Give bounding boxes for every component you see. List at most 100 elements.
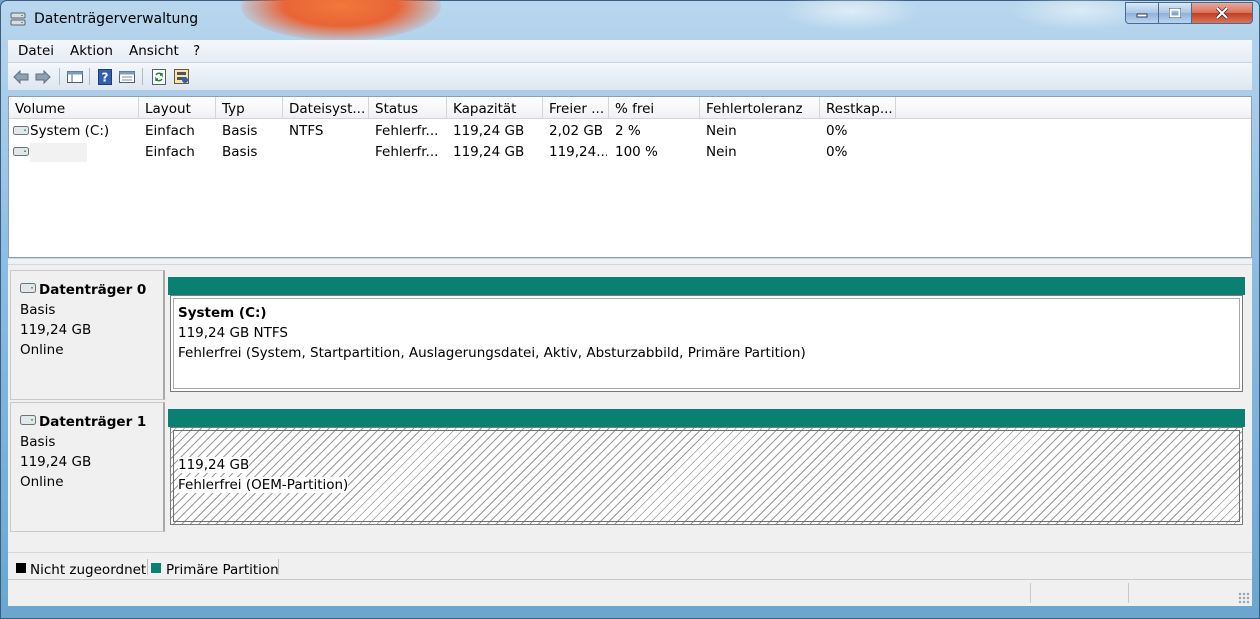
partition-status: Fehlerfrei (OEM-Partition) <box>178 477 349 493</box>
volume-capacity: 119,24 GB <box>453 144 525 160</box>
forward-button[interactable] <box>34 68 52 85</box>
legend-swatch-primary <box>151 563 161 573</box>
disk-0-info[interactable]: Datenträger 0 Basis 119,24 GB Online <box>10 270 165 400</box>
refresh-icon <box>152 68 166 85</box>
volume-status: Fehlerfr... <box>375 123 439 139</box>
volume-list[interactable]: Volume Layout Typ Dateisyst... Status Ka… <box>8 96 1252 258</box>
rescan-disks-icon <box>174 68 189 84</box>
disk-1-name: Datenträger 1 <box>39 414 147 430</box>
status-bar-separator <box>1030 583 1031 603</box>
help-icon: ? <box>98 68 112 85</box>
close-icon <box>1215 7 1229 19</box>
legend-bar: Nicht zugeordnet Primäre Partition <box>8 552 1252 579</box>
column-header-dateisystem[interactable]: Dateisyst... <box>283 97 369 119</box>
volume-overhead: 0% <box>826 123 848 139</box>
disk-graphical-view: Datenträger 0 Basis 119,24 GB Online Sys… <box>8 265 1252 552</box>
title-bar[interactable]: Datenträgerverwaltung <box>1 1 1259 37</box>
volume-free-space: 2,02 GB <box>549 123 604 139</box>
volume-percent-free: 2 % <box>615 123 641 139</box>
legend-separator <box>278 559 279 575</box>
help-button[interactable]: ? <box>96 68 114 85</box>
partition-title: System (C:) <box>178 305 267 321</box>
window-title: Datenträgerverwaltung <box>34 11 199 27</box>
volume-layout: Einfach <box>145 123 195 139</box>
disk-0-state: Online <box>20 342 64 358</box>
properties-button[interactable] <box>118 68 136 85</box>
disk-1-partition-bar <box>168 409 1245 427</box>
svg-text:?: ? <box>102 70 109 84</box>
column-header-fehlertoleranz[interactable]: Fehlertoleranz <box>700 97 820 119</box>
table-row[interactable]: System (C:) Einfach Basis NTFS Fehlerfr.… <box>9 121 1251 141</box>
status-bar-separator <box>1128 583 1129 603</box>
table-row[interactable]: Einfach Basis Fehlerfr... 119,24 GB 119,… <box>9 142 1251 162</box>
volume-overhead: 0% <box>826 144 848 160</box>
volume-free-space: 119,24... <box>549 144 607 160</box>
disk-drive-icon <box>20 415 36 425</box>
volume-type: Basis <box>222 144 258 160</box>
legend-swatch-unallocated <box>16 563 26 573</box>
volume-drive-icon <box>13 126 29 135</box>
partition-status: Fehlerfrei (System, Startpartition, Ausl… <box>178 345 806 361</box>
maximize-button[interactable] <box>1158 2 1192 24</box>
column-header-status[interactable]: Status <box>369 97 447 119</box>
menu-ansicht[interactable]: Ansicht <box>129 43 179 59</box>
close-button[interactable] <box>1191 2 1253 24</box>
resize-grip-icon[interactable] <box>1238 592 1250 604</box>
toolbar-separator <box>142 68 143 85</box>
console-tree-button[interactable] <box>66 68 84 85</box>
partition-size-fs: 119,24 GB NTFS <box>178 325 288 341</box>
rescan-disks-button[interactable] <box>173 68 191 85</box>
partition-inner-frame: 119,24 GB Fehlerfrei (OEM-Partition) <box>173 430 1240 522</box>
menu-datei[interactable]: Datei <box>18 43 54 59</box>
column-header-filler <box>896 97 1251 119</box>
maximize-icon <box>1169 8 1181 18</box>
console-tree-icon <box>67 70 83 83</box>
disk-1-info[interactable]: Datenträger 1 Basis 119,24 GB Online <box>10 402 165 532</box>
column-header-prozent-frei[interactable]: % frei <box>609 97 700 119</box>
disk-1-size: 119,24 GB <box>20 454 92 470</box>
disk-management-app-icon <box>10 12 26 26</box>
column-header-freier-speicher[interactable]: Freier ... <box>543 97 609 119</box>
toolbar: ? <box>8 63 1252 91</box>
volume-filesystem: NTFS <box>289 123 324 139</box>
disk-1-state: Online <box>20 474 64 490</box>
volume-status: Fehlerfr... <box>375 144 439 160</box>
menu-bar: Datei Aktion Ansicht ? <box>8 40 1252 63</box>
disk-0-type: Basis <box>20 302 56 318</box>
partition-size-fs: 119,24 GB <box>178 457 250 473</box>
volume-fault-tolerance: Nein <box>706 144 737 160</box>
disk-0-name: Datenträger 0 <box>39 282 147 298</box>
back-button[interactable] <box>12 68 30 85</box>
column-header-restkapazitaet[interactable]: Restkap... <box>820 97 896 119</box>
volume-layout: Einfach <box>145 144 195 160</box>
menu-help[interactable]: ? <box>193 43 200 59</box>
minimize-button[interactable] <box>1125 2 1159 24</box>
minimize-icon <box>1136 13 1148 18</box>
pane-splitter[interactable] <box>8 258 1252 265</box>
disk-0-partition-system[interactable]: System (C:) 119,24 GB NTFS Fehlerfrei (S… <box>170 295 1243 392</box>
partition-inner-frame: System (C:) 119,24 GB NTFS Fehlerfrei (S… <box>173 298 1240 389</box>
column-header-layout[interactable]: Layout <box>139 97 216 119</box>
disk-1-partition-oem[interactable]: 119,24 GB Fehlerfrei (OEM-Partition) <box>170 427 1243 525</box>
volume-drive-icon <box>13 147 29 156</box>
volume-name-blank <box>30 143 87 162</box>
column-header-kapazitaet[interactable]: Kapazität <box>447 97 543 119</box>
volume-type: Basis <box>222 123 258 139</box>
column-header-volume[interactable]: Volume <box>9 97 139 119</box>
forward-arrow-icon <box>35 69 51 84</box>
refresh-button[interactable] <box>150 68 168 85</box>
volume-capacity: 119,24 GB <box>453 123 525 139</box>
toolbar-separator <box>59 68 60 85</box>
column-header-typ[interactable]: Typ <box>216 97 283 119</box>
menu-aktion[interactable]: Aktion <box>70 43 113 59</box>
volume-name: System (C:) <box>30 123 110 139</box>
volume-percent-free: 100 % <box>615 144 658 160</box>
legend-separator <box>147 559 148 575</box>
legend-label-unallocated: Nicht zugeordnet <box>30 562 147 578</box>
back-arrow-icon <box>13 69 29 84</box>
legend-label-primary: Primäre Partition <box>166 562 279 578</box>
window-frame: Datenträgerverwaltung Datei Aktion Ansic… <box>0 0 1260 619</box>
status-bar <box>8 579 1252 606</box>
disk-drive-icon <box>20 283 36 293</box>
disk-0-partition-bar <box>168 277 1245 295</box>
